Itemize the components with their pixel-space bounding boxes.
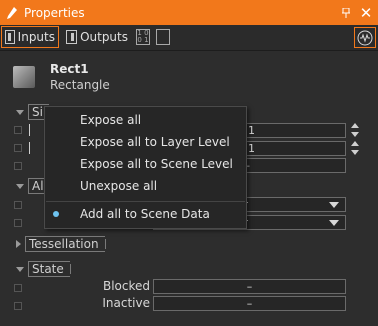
tab-outputs-label: Outputs: [80, 30, 128, 44]
menu-item-expose-all[interactable]: Expose all: [45, 109, 246, 131]
menu-item-expose-scene[interactable]: Expose all to Scene Level: [45, 153, 246, 175]
layout-icon[interactable]: [156, 29, 170, 45]
collapse-triangle-icon: [16, 240, 21, 248]
field-indicator: [29, 142, 30, 154]
expand-triangle-icon: [16, 109, 24, 115]
outputs-icon: [66, 30, 78, 44]
context-menu: Expose all Expose all to Layer Level Exp…: [44, 106, 247, 229]
section-tessellation-label: Tessellation: [25, 236, 106, 252]
field-indicator: [29, 124, 30, 136]
section-state-label: State: [28, 261, 71, 277]
tab-bar: Inputs Outputs 1 00 1: [0, 25, 378, 51]
object-name: Rect1: [50, 62, 89, 76]
section-state[interactable]: State: [16, 261, 71, 277]
rectangle-thumbnail-icon: [13, 66, 35, 88]
title-bar: Properties ✕: [0, 0, 378, 25]
inputs-icon: [5, 30, 15, 44]
chevron-down-icon: [329, 220, 339, 226]
menu-item-expose-layer[interactable]: Expose all to Layer Level: [45, 131, 246, 153]
prop-label-blocked: Blocked: [102, 279, 150, 293]
expose-checkbox[interactable]: [14, 162, 22, 170]
tab-outputs[interactable]: Outputs: [63, 26, 131, 48]
menu-item-add-scene-data[interactable]: Add all to Scene Data: [45, 203, 246, 225]
waveform-icon: [357, 30, 373, 45]
waveform-button[interactable]: [354, 27, 376, 48]
blocked-field[interactable]: –: [153, 279, 346, 294]
tab-inputs-label: Inputs: [17, 30, 55, 44]
expand-triangle-icon: [16, 183, 24, 189]
window-title: Properties: [24, 5, 85, 20]
pencil-icon: [2, 0, 22, 25]
height-spinner[interactable]: [351, 141, 360, 155]
expose-checkbox[interactable]: [14, 144, 22, 152]
prop-label-inactive: Inactive: [102, 296, 150, 310]
expose-checkbox[interactable]: [14, 219, 22, 227]
radio-dot-icon: [53, 211, 59, 217]
section-tessellation[interactable]: Tessellation: [16, 236, 106, 252]
pin-icon[interactable]: [336, 0, 356, 25]
expose-checkbox[interactable]: [14, 201, 22, 209]
chevron-down-icon: [329, 202, 339, 208]
menu-separator: [46, 201, 245, 202]
inactive-field[interactable]: –: [153, 296, 346, 311]
close-button[interactable]: ✕: [356, 0, 376, 25]
expose-checkbox[interactable]: [14, 126, 22, 134]
expand-triangle-icon: [16, 266, 24, 272]
object-type: Rectangle: [50, 78, 110, 92]
menu-item-add-scene-data-label: Add all to Scene Data: [80, 207, 210, 221]
width-spinner[interactable]: [351, 123, 360, 137]
binary-icon[interactable]: 1 00 1: [136, 29, 150, 45]
menu-item-unexpose-all[interactable]: Unexpose all: [45, 175, 246, 197]
close-icon: ✕: [359, 3, 373, 22]
tab-inputs[interactable]: Inputs: [1, 26, 59, 48]
